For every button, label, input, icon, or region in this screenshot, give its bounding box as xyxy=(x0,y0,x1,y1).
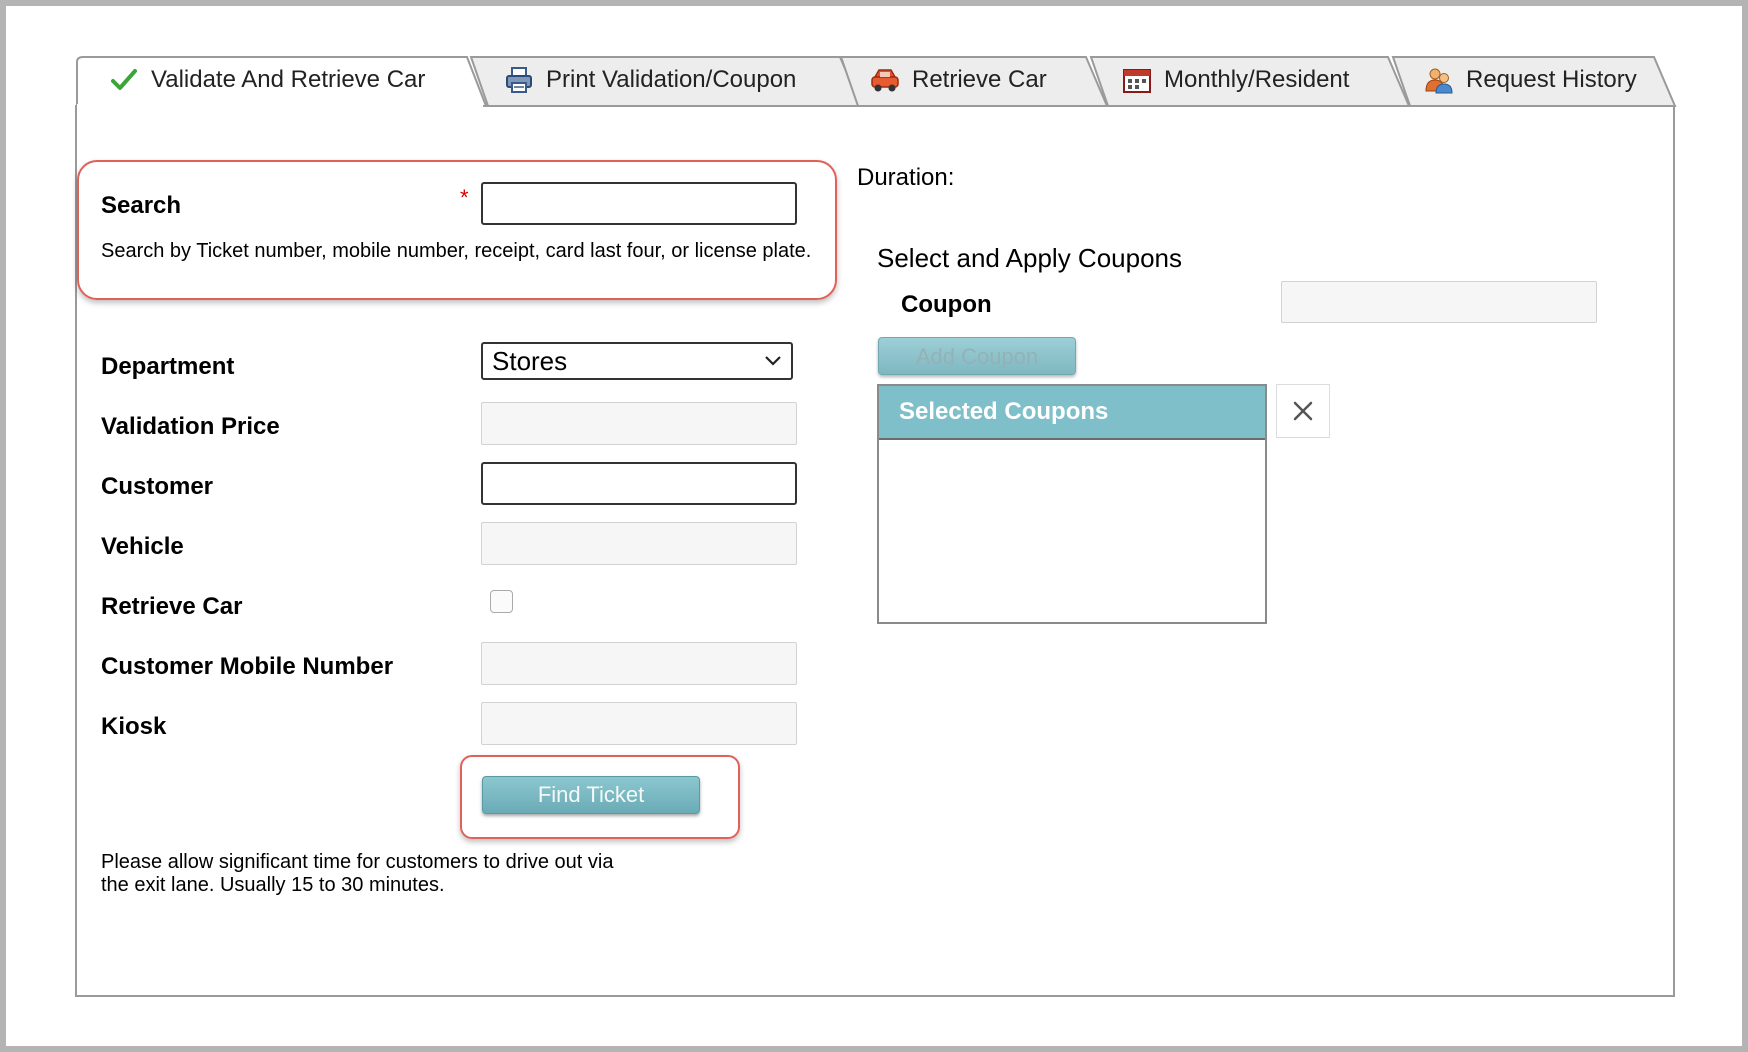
duration-label: Duration: xyxy=(857,164,955,191)
department-select[interactable]: Stores xyxy=(481,342,793,380)
validation-price-label: Validation Price xyxy=(101,413,280,440)
kiosk-label: Kiosk xyxy=(101,713,167,740)
printer-icon xyxy=(504,65,534,95)
search-highlight xyxy=(77,160,837,300)
calendar-icon xyxy=(1122,65,1152,95)
search-help-text: Search by Ticket number, mobile number, … xyxy=(101,240,812,262)
clear-coupons-button[interactable] xyxy=(1276,384,1330,438)
customer-input[interactable] xyxy=(481,462,797,505)
tab-label: Request History xyxy=(1466,66,1637,93)
tab-label: Monthly/Resident xyxy=(1164,66,1350,93)
required-marker: * xyxy=(460,185,469,210)
retrieve-car-label: Retrieve Car xyxy=(101,593,243,620)
tab-validate-and-retrieve-car[interactable]: Validate And Retrieve Car xyxy=(75,56,487,107)
selected-coupons-list: Selected Coupons xyxy=(877,384,1267,624)
tab-monthly-resident[interactable]: Monthly/Resident xyxy=(1089,56,1411,107)
tab-label: Validate And Retrieve Car xyxy=(151,66,426,93)
department-value: Stores xyxy=(492,346,568,376)
tab-print-validation-coupon[interactable]: Print Validation/Coupon xyxy=(469,56,863,107)
chevron-down-icon xyxy=(765,356,781,366)
department-label: Department xyxy=(101,353,235,380)
vehicle-field xyxy=(481,522,797,565)
tab-request-history[interactable]: Request History xyxy=(1391,56,1677,107)
users-icon xyxy=(1424,65,1454,95)
selected-coupons-header: Selected Coupons xyxy=(879,386,1265,440)
car-icon xyxy=(870,65,900,95)
coupon-label: Coupon xyxy=(901,291,992,318)
search-input[interactable] xyxy=(481,182,797,225)
kiosk-field xyxy=(481,702,797,745)
search-label: Search xyxy=(101,192,182,219)
coupon-field[interactable] xyxy=(1281,281,1597,323)
exit-note-line-1: Please allow significant time for custom… xyxy=(101,851,614,873)
close-icon xyxy=(1293,401,1313,421)
checkmark-icon xyxy=(109,65,139,95)
retrieve-car-checkbox[interactable] xyxy=(490,590,513,613)
customer-label: Customer xyxy=(101,473,214,500)
find-ticket-button[interactable]: Find Ticket xyxy=(482,776,700,814)
vehicle-label: Vehicle xyxy=(101,533,184,560)
exit-note-line-2: the exit lane. Usually 15 to 30 minutes. xyxy=(101,874,445,896)
tab-retrieve-car[interactable]: Retrieve Car xyxy=(839,56,1109,107)
active-tab-join xyxy=(77,104,483,108)
tab-label: Retrieve Car xyxy=(912,66,1047,93)
tab-label: Print Validation/Coupon xyxy=(546,66,797,93)
add-coupon-button[interactable]: Add Coupon xyxy=(878,337,1076,375)
validation-price-field xyxy=(481,402,797,445)
coupons-heading: Select and Apply Coupons xyxy=(877,243,1182,273)
customer-mobile-label: Customer Mobile Number xyxy=(101,653,394,680)
customer-mobile-field xyxy=(481,642,797,685)
